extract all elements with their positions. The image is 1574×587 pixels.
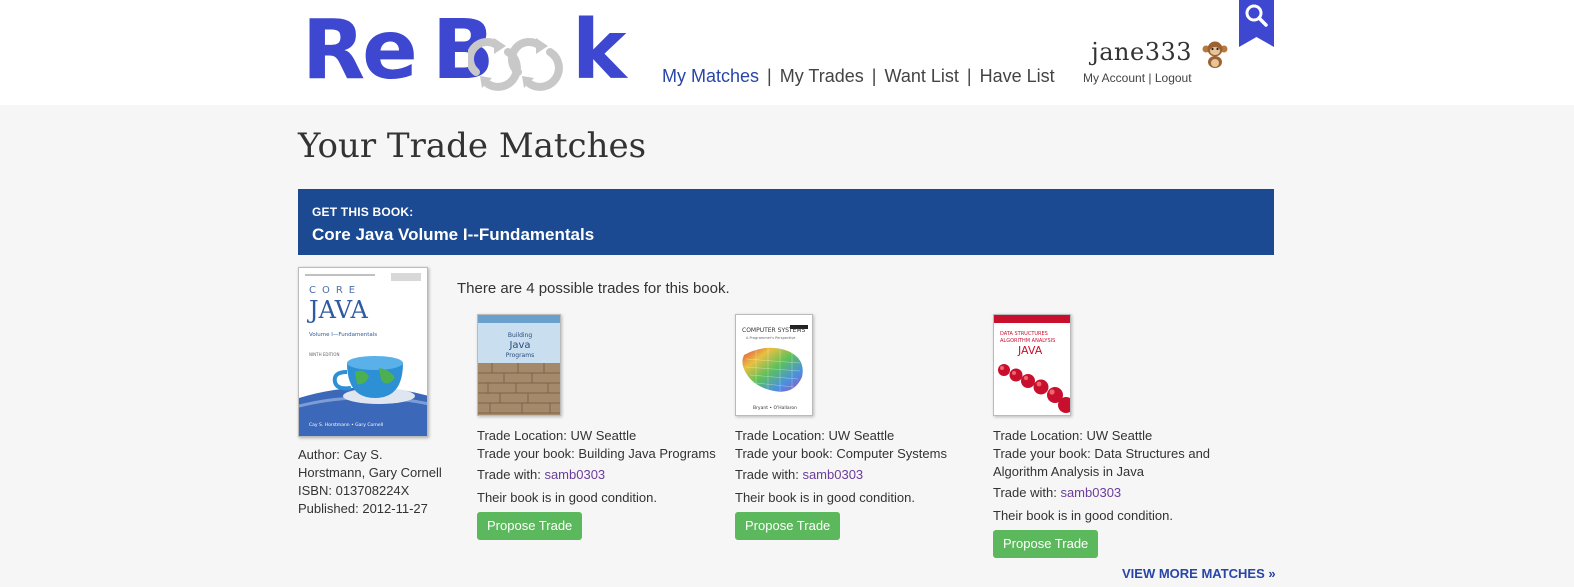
trade-book-cover[interactable]: COMPUTER SYSTEMS A Programmer's Perspect… <box>735 314 813 416</box>
trade-condition: Their book is in good condition. <box>735 490 915 505</box>
trade-with-user-link[interactable]: samb0303 <box>544 467 605 482</box>
data-structures-cover-art: DATA STRUCTURES ALGORITHM ANALYSIS JAVA <box>994 315 1070 415</box>
nav-have-list[interactable]: Have List <box>980 66 1055 86</box>
book-details: Author: Cay S. Horstmann, Gary Cornell I… <box>298 446 443 518</box>
propose-trade-button[interactable]: Propose Trade <box>735 512 841 540</box>
logo-text-re: Re <box>302 3 418 98</box>
book-author: Author: Cay S. Horstmann, Gary Cornell <box>298 446 443 482</box>
isbn-value: 013708224X <box>335 483 410 498</box>
isbn-label: ISBN: <box>298 483 332 498</box>
trade-your-book-label: Trade your book: <box>735 446 833 461</box>
my-account-link[interactable]: My Account <box>1083 71 1145 85</box>
trade-with-user-link[interactable]: samb0303 <box>1060 485 1121 500</box>
trade-with: Trade with: samb0303 <box>477 466 717 484</box>
trade-your-book-value: Building Java Programs <box>578 446 716 461</box>
cover-authors: Cay S. Horstmann • Gary Cornell <box>309 422 383 428</box>
trade-with-label: Trade with: <box>477 467 541 482</box>
svg-text:COMPUTER SYSTEMS: COMPUTER SYSTEMS <box>742 327 806 334</box>
trade-condition: Their book is in good condition. <box>477 490 657 505</box>
trade-location-value: UW Seattle <box>570 428 637 443</box>
search-icon[interactable] <box>1239 0 1274 47</box>
svg-text:DATA STRUCTURES: DATA STRUCTURES <box>1000 331 1048 337</box>
propose-trade-button[interactable]: Propose Trade <box>993 530 1099 558</box>
trades-count: There are 4 possible trades for this boo… <box>457 280 730 297</box>
trade-your-book: Trade your book: Data Structures and Alg… <box>993 445 1228 481</box>
cover-title-line2: JAVA <box>306 296 368 324</box>
trade-location: Trade Location: UW Seattle <box>993 427 1228 445</box>
trade-with-user-link[interactable]: samb0303 <box>802 467 863 482</box>
trade-card: DATA STRUCTURES ALGORITHM ANALYSIS JAVA … <box>993 314 1228 558</box>
account-links: My Account | Logout <box>1083 71 1192 85</box>
trade-your-book-label: Trade your book: <box>993 446 1091 461</box>
propose-trade-button[interactable]: Propose Trade <box>477 512 583 540</box>
trade-condition: Their book is in good condition. <box>993 508 1173 523</box>
trade-location: Trade Location: UW Seattle <box>735 427 975 445</box>
svg-text:Programs: Programs <box>506 352 534 359</box>
banner-label: GET THIS BOOK: <box>312 205 414 219</box>
nav-my-trades[interactable]: My Trades <box>780 66 864 86</box>
trade-your-book-label: Trade your book: <box>477 446 575 461</box>
nav-separator: | <box>767 66 772 86</box>
nav-separator: | <box>871 66 877 86</box>
book-published: Published: 2012-11-27 <box>298 500 443 518</box>
trade-book-cover[interactable]: Building Java Programs <box>477 314 561 416</box>
trade-location-value: UW Seattle <box>828 428 895 443</box>
computer-systems-cover-art: COMPUTER SYSTEMS A Programmer's Perspect… <box>736 315 812 415</box>
trade-with-label: Trade with: <box>735 467 799 482</box>
trade-card: Building Java Programs Trade Location: U… <box>477 314 717 540</box>
logout-link[interactable]: Logout <box>1155 71 1192 85</box>
svg-text:A Programmer's Perspective: A Programmer's Perspective <box>746 336 795 340</box>
user-info: jane333 <box>1082 38 1192 66</box>
trade-with: Trade with: samb0303 <box>993 484 1228 502</box>
trade-book-cover[interactable]: DATA STRUCTURES ALGORITHM ANALYSIS JAVA <box>993 314 1071 416</box>
trade-with: Trade with: samb0303 <box>735 466 975 484</box>
rebook-logo[interactable]: Re B k <box>300 3 630 98</box>
trade-location-value: UW Seattle <box>1086 428 1153 443</box>
cover-subtitle: Volume I—Fundamentals <box>309 332 377 338</box>
book-cover[interactable]: CORE JAVA Volume I—Fundamentals NINTH ED… <box>298 267 428 437</box>
trade-location: Trade Location: UW Seattle <box>477 427 717 445</box>
trade-your-book: Trade your book: Computer Systems <box>735 445 975 463</box>
page-title: Your Trade Matches <box>298 126 647 166</box>
svg-text:JAVA: JAVA <box>1017 344 1043 357</box>
published-value: 2012-11-27 <box>362 501 428 516</box>
author-label: Author: <box>298 447 340 462</box>
trade-your-book: Trade your book: Building Java Programs <box>477 445 717 463</box>
trade-location-label: Trade Location: <box>735 428 825 443</box>
trade-location-label: Trade Location: <box>477 428 567 443</box>
published-label: Published: <box>298 501 359 516</box>
username[interactable]: jane333 <box>1082 38 1192 66</box>
svg-text:Bryant • O'Hallaron: Bryant • O'Hallaron <box>753 405 797 411</box>
trade-your-book-value: Computer Systems <box>836 446 947 461</box>
monkey-avatar-icon[interactable] <box>1202 40 1228 68</box>
site-header: Re B k My Matches | My Trades | Want Lis… <box>0 0 1574 105</box>
cover-edition: NINTH EDITION <box>309 352 339 357</box>
core-java-cover-art: CORE JAVA Volume I—Fundamentals NINTH ED… <box>299 268 427 436</box>
banner-book-title[interactable]: Core Java Volume I--Fundamentals <box>312 225 1260 245</box>
nav-separator: | <box>966 66 972 86</box>
building-java-cover-art: Building Java Programs <box>478 315 560 415</box>
main-nav: My Matches | My Trades | Want List | Hav… <box>662 66 1055 87</box>
nav-my-matches[interactable]: My Matches <box>662 66 759 86</box>
book-isbn: ISBN: 013708224X <box>298 482 443 500</box>
svg-text:Java: Java <box>508 340 530 351</box>
account-separator: | <box>1148 71 1152 85</box>
view-more-matches-link[interactable]: VIEW MORE MATCHES » <box>1122 566 1276 581</box>
trade-with-label: Trade with: <box>993 485 1057 500</box>
nav-want-list[interactable]: Want List <box>885 66 959 86</box>
svg-text:Building: Building <box>508 332 533 339</box>
get-book-banner: GET THIS BOOK: Core Java Volume I--Funda… <box>298 189 1274 255</box>
cover-title-line1: CORE <box>309 285 361 296</box>
trade-location-label: Trade Location: <box>993 428 1083 443</box>
recycle-arrows-icon <box>468 38 563 91</box>
logo-text-k: k <box>572 3 627 98</box>
trade-card: COMPUTER SYSTEMS A Programmer's Perspect… <box>735 314 975 540</box>
